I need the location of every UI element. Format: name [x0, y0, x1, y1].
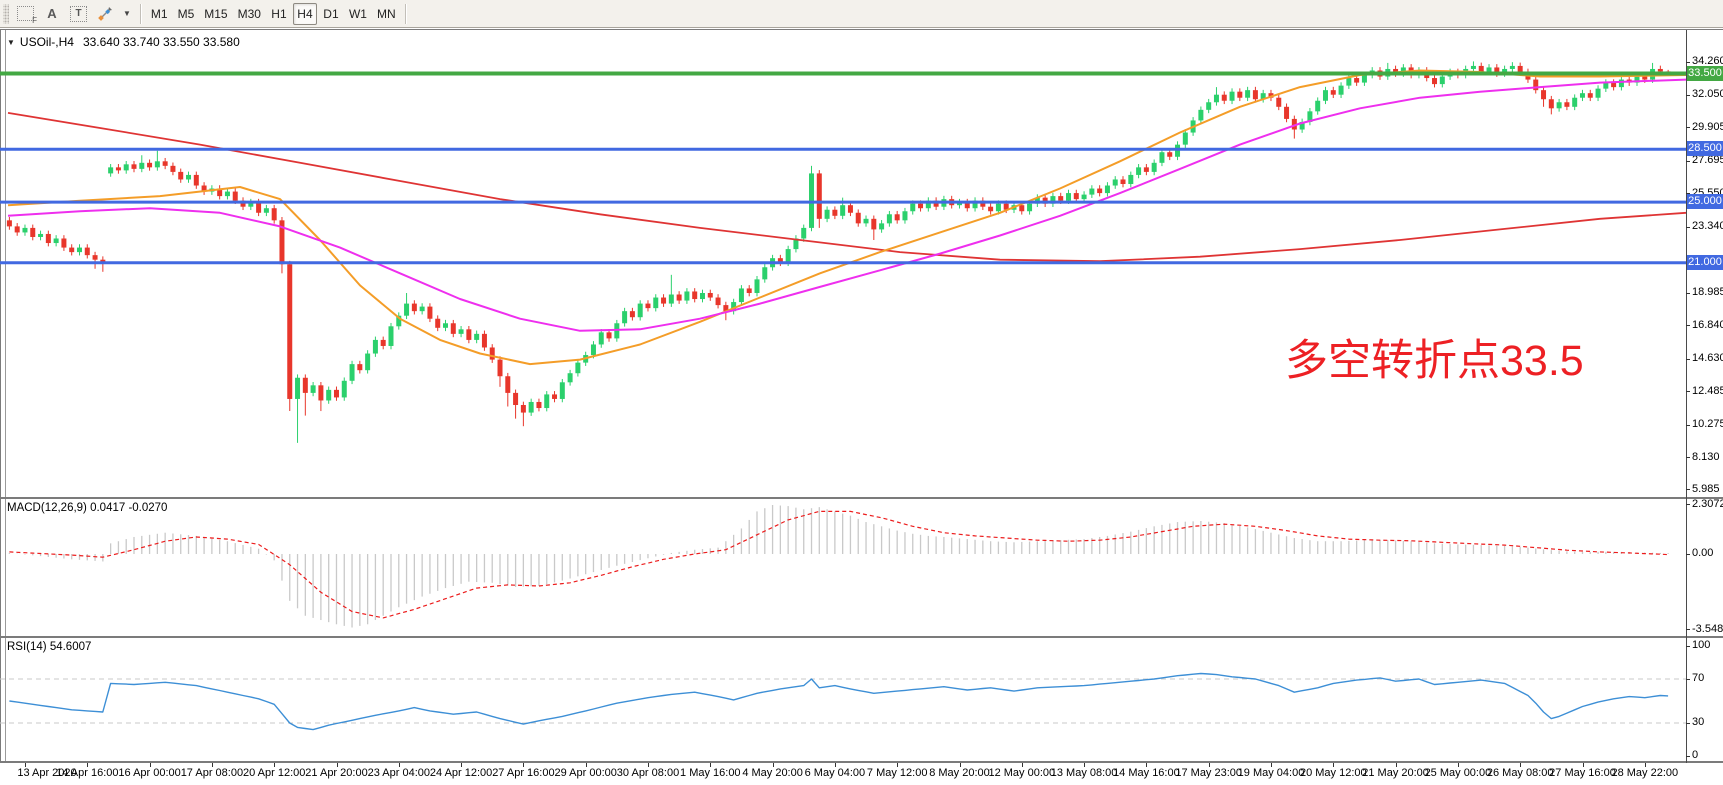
text-annotation-icon: A: [47, 6, 56, 21]
chart-autoscroll-button[interactable]: F: [13, 3, 38, 25]
timeframe-button-m1[interactable]: M1: [147, 3, 172, 25]
insert-label-button[interactable]: T: [66, 3, 91, 25]
rsi-line: [9, 674, 1668, 730]
price-axis-label: 16.840: [1692, 319, 1723, 331]
price-tick: [1686, 425, 1690, 426]
macd-axis-label: 0.00: [1692, 547, 1713, 559]
rsi-indicator-label: RSI(14) 54.6007: [7, 641, 91, 653]
toolbar-grip[interactable]: [3, 4, 9, 24]
price-tick: [1686, 95, 1690, 96]
price-axis-label: 18.985: [1692, 286, 1723, 298]
toolbar: F A T ▼ M1M5M15M30H1H4D1W1MN: [0, 0, 1723, 28]
price-tick: [1686, 457, 1690, 458]
drawing-objects-button[interactable]: [93, 3, 117, 25]
main-chart-canvas[interactable]: [0, 32, 1686, 497]
macd-indicator-label: MACD(12,26,9) 0.0417 -0.0270: [7, 502, 167, 514]
drawing-objects-dropdown[interactable]: ▼: [119, 3, 135, 25]
panel-divider[interactable]: [0, 497, 1723, 499]
timeframe-button-d1[interactable]: D1: [319, 3, 343, 25]
chart-autoscroll-icon: F: [17, 6, 34, 21]
macd-tick: [1686, 554, 1690, 555]
price-tick: [1686, 161, 1690, 162]
rsi-tick: [1686, 679, 1690, 680]
price-tick: [1686, 293, 1690, 294]
text-label-icon: T: [70, 6, 87, 22]
candles-group: [7, 61, 1671, 442]
price-tick: [1686, 325, 1690, 326]
rsi-axis-label: 70: [1692, 672, 1704, 684]
price-axis-label: 29.905: [1692, 121, 1723, 133]
macd-tick: [1686, 504, 1690, 505]
price-axis-label: 8.130: [1692, 451, 1720, 463]
timeframe-button-m15[interactable]: M15: [200, 3, 231, 25]
price-axis-label: 32.050: [1692, 88, 1723, 100]
price-tick: [1686, 489, 1690, 490]
toolbar-object-tools: F A T ▼: [12, 0, 136, 28]
macd-tick: [1686, 629, 1690, 630]
toolbar-separator: [140, 4, 142, 24]
chart-window: ▼ USOil-,H4 33.640 33.740 33.550 33.580 …: [0, 29, 1723, 784]
price-tick: [1686, 62, 1690, 63]
price-badge-28.500: 28.500: [1687, 141, 1723, 156]
timeframe-button-h4[interactable]: H4: [293, 3, 317, 25]
insert-text-button[interactable]: A: [40, 3, 64, 25]
drawing-objects-icon: [97, 6, 113, 22]
price-badge-33.500: 33.500: [1687, 66, 1723, 81]
mt4-terminal: { "toolbar": { "icon_buttons": [ {"name"…: [0, 0, 1723, 784]
timeframe-button-m5[interactable]: M5: [174, 3, 199, 25]
chart-symbol-period: USOil-,H4: [20, 35, 74, 49]
timeframe-button-w1[interactable]: W1: [345, 3, 371, 25]
rsi-axis-label: 100: [1692, 639, 1710, 651]
price-badge-21.000: 21.000: [1687, 255, 1723, 270]
toolbar-separator: [405, 4, 407, 24]
price-axis-label: 23.340: [1692, 220, 1723, 232]
rsi-tick: [1686, 723, 1690, 724]
chart-ohlc-readout: 33.640 33.740 33.550 33.580: [83, 35, 240, 49]
macd-signal-line: [9, 511, 1668, 618]
timeframe-button-m30[interactable]: M30: [234, 3, 265, 25]
timeframe-button-h1[interactable]: H1: [267, 3, 291, 25]
timeframe-group: M1M5M15M30H1H4D1W1MN: [146, 0, 401, 28]
collapse-icon: ▼: [7, 38, 15, 47]
macd-canvas[interactable]: [0, 499, 1686, 636]
chart-title[interactable]: ▼ USOil-,H4 33.640 33.740 33.550 33.580: [7, 35, 240, 49]
ma-orange-line[interactable]: [8, 71, 1686, 365]
macd-axis-label: 2.3072: [1692, 498, 1723, 510]
rsi-tick: [1686, 756, 1690, 757]
annotation-text[interactable]: 多空转折点33.5: [1285, 338, 1584, 385]
rsi-axis-label: 30: [1692, 716, 1704, 728]
price-axis-label: 12.485: [1692, 385, 1723, 397]
price-badge-25.000: 25.000: [1687, 194, 1723, 209]
price-tick: [1686, 391, 1690, 392]
macd-axis-label: -3.5484: [1692, 623, 1723, 635]
price-axis[interactable]: 34.26032.05029.90527.69525.55023.34018.9…: [1686, 30, 1723, 763]
rsi-svg: [0, 638, 1686, 761]
price-tick: [1686, 359, 1690, 360]
rsi-tick: [1686, 646, 1690, 647]
price-axis-label: 10.275: [1692, 418, 1723, 430]
price-axis-label: 14.630: [1692, 352, 1723, 364]
macd-histogram: [9, 505, 1668, 627]
panel-divider[interactable]: [0, 636, 1723, 638]
timeframe-button-mn[interactable]: MN: [373, 3, 400, 25]
rsi-axis-label: 0: [1692, 749, 1698, 761]
price-axis-label: 5.985: [1692, 483, 1720, 495]
price-tick: [1686, 227, 1690, 228]
date-axis-label: 28 May 22:00: [1599, 767, 1691, 779]
macd-svg: [0, 499, 1686, 636]
price-tick: [1686, 127, 1690, 128]
ma-red-line[interactable]: [8, 113, 1686, 261]
main-chart-svg: [0, 32, 1686, 497]
date-axis[interactable]: 13 Apr 202014 Apr 16:0016 Apr 00:0017 Ap…: [0, 763, 1723, 785]
rsi-canvas[interactable]: [0, 638, 1686, 761]
chevron-down-icon: ▼: [123, 9, 131, 18]
